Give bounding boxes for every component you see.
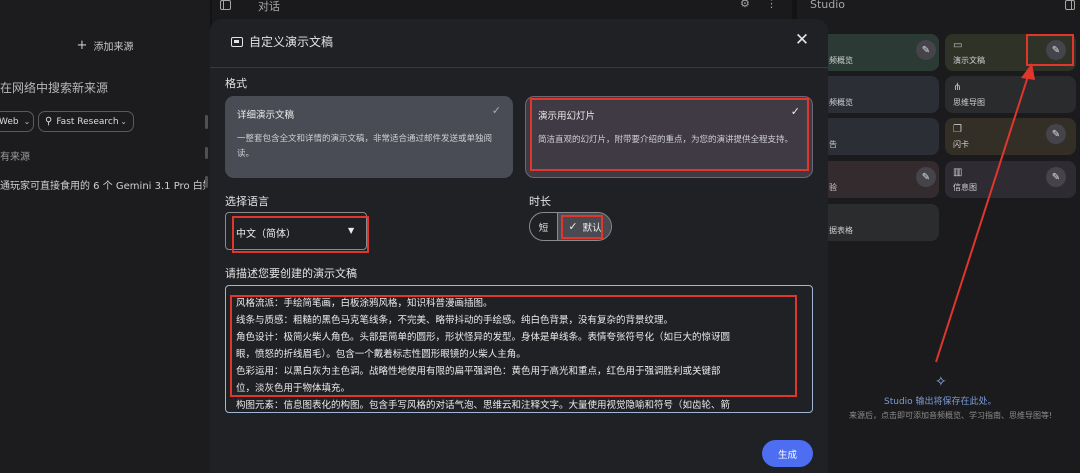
sidebar-toggle-icon[interactable] [220, 0, 231, 10]
research-sparkle-icon: ⚲ [45, 116, 53, 127]
web-search-prompt[interactable]: 在网络中搜索新来源 [0, 79, 108, 96]
studio-tile-label: 闪卡 [953, 140, 969, 149]
prompt-textarea[interactable]: 风格流派：手绘简笔画，白板涂鸦风格，知识科普漫画插图。 线条与质感：粗糙的黑色马… [225, 285, 813, 413]
prompt-line: 眼，愤怒的折线眉毛）。包含一个戴着标志性圆形眼镜的火柴人主角。 [236, 349, 526, 360]
chevron-down-icon: ⌄ [23, 117, 31, 126]
prompt-line: 风格流派：手绘简笔画，白板涂鸦风格，知识科普漫画插图。 [236, 298, 493, 309]
format-option-title: 详细演示文稿 [237, 110, 295, 121]
web-source-chip[interactable]: Web ⌄ [0, 111, 34, 132]
edit-pencil-icon[interactable]: ✎ [916, 40, 936, 60]
plus-icon: + [76, 37, 88, 53]
format-option-detailed-deck[interactable]: 详细演示文稿 ✓ 一整套包含全文和详情的演示文稿，非常适合通过邮件发送或单独阅读… [225, 96, 513, 178]
studio-panel: Studio 频概览 ✎ ▭ 演示文稿 ✎ 频概览 ⋔ 思维导图 告 ❐ 闪卡 … [797, 0, 1080, 473]
edit-pencil-icon[interactable]: ✎ [1046, 167, 1066, 187]
tune-icon[interactable]: ⚙ [740, 0, 750, 10]
duration-default-label: 默认 [582, 222, 602, 234]
format-option-description: 简洁直观的幻灯片，附带要介绍的重点，为您的演讲提供全程支持。 [538, 135, 794, 145]
format-label: 格式 [225, 77, 247, 90]
close-icon[interactable]: ✕ [792, 31, 812, 51]
check-icon: ✓ [790, 105, 800, 118]
studio-tile-label: 告 [829, 140, 837, 149]
check-icon: ✓ [568, 220, 578, 233]
duration-default-option[interactable]: ✓ 默认 [558, 213, 611, 240]
customize-slides-dialog: 自定义演示文稿 ✕ 格式 详细演示文稿 ✓ 一整套包含全文和详情的演示文稿，非常… [210, 19, 828, 473]
sources-panel: + 添加来源 在网络中搜索新来源 Web ⌄ ⚲ Fast Research ⌄… [0, 0, 210, 473]
format-option-title: 演示用幻灯片 [538, 111, 596, 122]
all-sources-label: 有来源 [0, 152, 30, 163]
studio-empty-title: Studio 输出将保存在此处。 [884, 397, 997, 407]
studio-tile-label: 据表格 [829, 226, 853, 235]
studio-tile-label: 频概览 [829, 56, 853, 65]
studio-tile-label: 思维导图 [953, 98, 985, 107]
studio-tile-slides[interactable]: ▭ 演示文稿 ✎ [945, 34, 1076, 71]
studio-tile-label: 演示文稿 [953, 56, 985, 65]
slides-icon: ▭ [953, 40, 963, 51]
language-select[interactable]: 中文（简体） ▼ [225, 212, 367, 250]
source-list-item[interactable]: 通玩家可直接食用的 6 个 Gemini 3.1 Pro 白嫖... [0, 177, 205, 192]
flashcards-icon: ❐ [953, 124, 962, 135]
prompt-line: 角色设计：极简火柴人角色。头部是简单的圆形，形状怪异的发型。身体是单线条。表情夸… [236, 332, 731, 343]
dropdown-arrow-icon: ▼ [348, 226, 355, 235]
edit-pencil-icon[interactable]: ✎ [1046, 124, 1066, 144]
studio-tile-mind-map[interactable]: ⋔ 思维导图 [945, 76, 1076, 113]
duration-toggle: 短 ✓ 默认 [529, 212, 612, 241]
fast-research-chip[interactable]: ⚲ Fast Research ⌄ [38, 111, 134, 132]
collapse-panel-icon[interactable] [1065, 0, 1075, 10]
dialog-title: 自定义演示文稿 [249, 35, 334, 49]
studio-tile-flashcards[interactable]: ❐ 闪卡 ✎ [945, 118, 1076, 155]
magic-wand-icon: ✧ [935, 374, 947, 390]
infographic-icon: ▥ [953, 167, 963, 178]
check-icon: ✓ [491, 104, 501, 117]
panel-resize-handle[interactable] [205, 115, 208, 129]
prompt-line: 色彩运用：以黑白灰为主色调。战略性地使用有限的扁平强调色：黄色用于高光和重点，红… [236, 366, 721, 377]
header-divider [210, 67, 828, 68]
studio-title: Studio [810, 0, 846, 11]
format-option-presenter-slides[interactable]: 演示用幻灯片 ✓ 简洁直观的幻灯片，附带要介绍的重点，为您的演讲提供全程支持。 [525, 96, 813, 178]
language-label: 选择语言 [225, 195, 269, 208]
duration-short-label: 短 [538, 222, 549, 234]
prompt-line: 构图元素：信息图表化的构图。包含手写风格的对话气泡、思维云和注释文字。大量使用视… [236, 400, 731, 411]
slides-icon [231, 37, 243, 47]
panel-resize-handle[interactable] [205, 147, 208, 159]
studio-tile-infographic[interactable]: ▥ 信息图 ✎ [945, 161, 1076, 198]
chat-title: 对话 [258, 0, 280, 13]
studio-tile-label: 信息图 [953, 183, 977, 192]
studio-tile-label: 频概览 [829, 98, 853, 107]
add-source-button[interactable]: + 添加来源 [0, 30, 210, 60]
studio-tile-label: 验 [829, 183, 837, 192]
duration-label: 时长 [529, 195, 551, 208]
dialog-header: 自定义演示文稿 ✕ [210, 19, 828, 65]
web-chip-label: Web [0, 116, 19, 127]
generate-label: 生成 [777, 449, 797, 461]
edit-pencil-icon[interactable]: ✎ [1046, 40, 1066, 60]
format-option-description: 一整套包含全文和详情的演示文稿，非常适合通过邮件发送或单独阅读。 [237, 134, 493, 159]
studio-empty-description: 来源后，点击即可添加音频概览、学习指南、思维导图等! [849, 411, 1053, 420]
mind-map-icon: ⋔ [953, 82, 962, 93]
language-selected-value: 中文（简体） [236, 229, 296, 240]
generate-button[interactable]: 生成 [762, 440, 813, 467]
chevron-down-icon: ⌄ [120, 117, 127, 126]
prompt-label: 请描述您要创建的演示文稿 [225, 267, 357, 280]
prompt-line: 线条与质感：粗糙的黑色马克笔线条，不完美、略带抖动的手绘感。纯白色背景，没有复杂… [236, 315, 674, 326]
duration-short-option[interactable]: 短 [530, 213, 558, 240]
edit-pencil-icon[interactable]: ✎ [916, 167, 936, 187]
add-source-label: 添加来源 [93, 41, 134, 53]
prompt-line: 位，淡灰色用于物体填充。 [236, 383, 351, 394]
more-vert-icon[interactable]: ⋮ [766, 0, 777, 10]
fast-research-label: Fast Research [56, 116, 119, 127]
panel-resize-handle[interactable] [205, 176, 208, 188]
chat-header: 对话 ⚙ ⋮ [212, 0, 792, 14]
